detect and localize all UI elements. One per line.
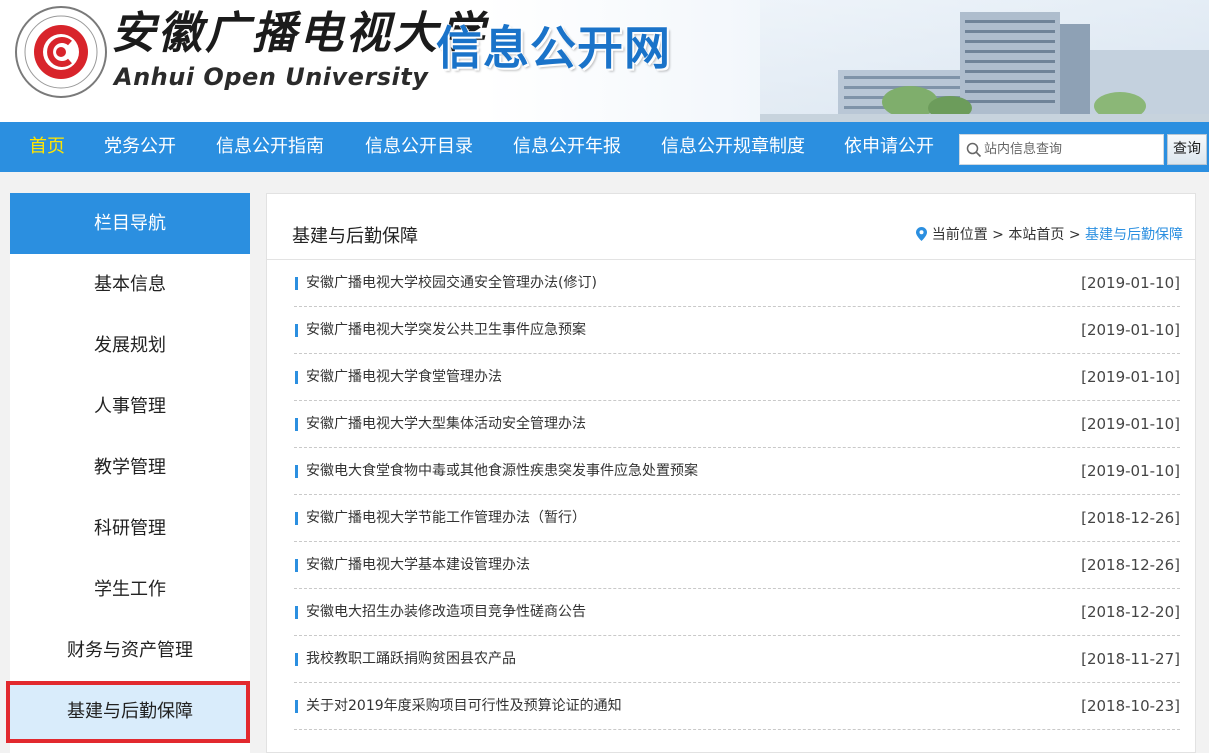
news-date: [2019-01-10]: [1081, 462, 1180, 480]
search-button[interactable]: 查询: [1167, 134, 1207, 165]
list-bullet-bar: [295, 512, 298, 525]
search-icon: [966, 142, 982, 158]
list-bullet-bar: [295, 653, 298, 666]
list-bullet-bar: [295, 371, 298, 384]
campus-buildings-illustration: [760, 0, 1209, 122]
news-date: [2019-01-10]: [1081, 274, 1180, 292]
news-date: [2018-12-26]: [1081, 509, 1180, 527]
news-title-link[interactable]: 我校教职工踊跃捐购贫困县农产品: [306, 636, 516, 683]
sidebar-item-research[interactable]: 科研管理: [10, 498, 250, 559]
breadcrumb: 当前位置 > 本站首页 > 基建与后勤保障: [915, 224, 1183, 244]
sidebar-item-basic-info[interactable]: 基本信息: [10, 254, 250, 315]
university-seal-logo[interactable]: [14, 5, 108, 99]
news-title-link[interactable]: 安徽广播电视大学突发公共卫生事件应急预案: [306, 307, 586, 354]
news-date: [2019-01-10]: [1081, 415, 1180, 433]
nav-item-home[interactable]: 首页: [29, 122, 65, 172]
news-title-link[interactable]: 安徽广播电视大学大型集体活动安全管理办法: [306, 401, 586, 448]
list-bullet-bar: [295, 465, 298, 478]
site-header: 安徽广播电视大学 Anhui Open University 信息公开网: [0, 0, 1209, 122]
sidebar-title: 栏目导航: [10, 193, 250, 254]
logo-chinese-name: 安徽广播电视大学: [111, 8, 487, 59]
nav-item-party-affairs[interactable]: 党务公开: [104, 122, 176, 172]
news-list-item: 安徽电大招生办装修改造项目竞争性磋商公告 [2018-12-20]: [294, 589, 1180, 636]
nav-item-on-request[interactable]: 依申请公开: [844, 122, 934, 172]
news-title-link[interactable]: 安徽电大招生办装修改造项目竞争性磋商公告: [306, 589, 586, 636]
sidebar-item-infrastructure[interactable]: 基建与后勤保障: [10, 681, 250, 742]
breadcrumb-home-link[interactable]: 本站首页: [1008, 227, 1064, 243]
news-list-item: 安徽广播电视大学食堂管理办法 [2019-01-10]: [294, 354, 1180, 401]
news-list-item: 安徽广播电视大学基本建设管理办法 [2018-12-26]: [294, 542, 1180, 589]
list-bullet-bar: [295, 277, 298, 290]
news-date: [2018-11-27]: [1081, 650, 1180, 668]
news-date: [2018-12-20]: [1081, 603, 1180, 621]
nav-item-guide[interactable]: 信息公开指南: [216, 122, 324, 172]
logo-english-name: Anhui Open University: [114, 63, 429, 91]
page-title: 基建与后勤保障: [292, 226, 418, 247]
sidebar-item-teaching[interactable]: 教学管理: [10, 437, 250, 498]
news-list-item: 安徽广播电视大学校园交通安全管理办法(修订) [2019-01-10]: [294, 260, 1180, 307]
news-title-link[interactable]: 安徽广播电视大学校园交通安全管理办法(修订): [306, 260, 597, 307]
news-list-item: 关于对2019年度采购项目可行性及预算论证的通知 [2018-10-23]: [294, 683, 1180, 730]
site-title: 信息公开网: [436, 21, 671, 75]
sidebar-item-finance[interactable]: 财务与资产管理: [10, 620, 250, 681]
sidebar-item-personnel[interactable]: 人事管理: [10, 376, 250, 437]
list-bullet-bar: [295, 418, 298, 431]
news-list-item: 我校教职工踊跃捐购贫困县农产品 [2018-11-27]: [294, 636, 1180, 683]
news-date: [2018-10-23]: [1081, 697, 1180, 715]
news-title-link[interactable]: 安徽电大食堂食物中毒或其他食源性疾患突发事件应急处置预案: [306, 448, 698, 495]
search-input[interactable]: [984, 135, 1160, 164]
sidebar-item-planning[interactable]: 发展规划: [10, 315, 250, 376]
news-title-link[interactable]: 安徽广播电视大学节能工作管理办法（暂行）: [306, 495, 586, 542]
nav-item-regulations[interactable]: 信息公开规章制度: [661, 122, 805, 172]
news-list-item: 安徽电大食堂食物中毒或其他食源性疾患突发事件应急处置预案 [2019-01-10…: [294, 448, 1180, 495]
content-panel: 基建与后勤保障 当前位置 > 本站首页 > 基建与后勤保障 安徽广播电视大学校园…: [266, 193, 1196, 753]
list-bullet-bar: [295, 700, 298, 713]
news-date: [2019-01-10]: [1081, 368, 1180, 386]
list-bullet-bar: [295, 324, 298, 337]
breadcrumb-current-link[interactable]: 基建与后勤保障: [1085, 227, 1183, 243]
location-pin-icon: [915, 227, 927, 241]
news-title-link[interactable]: 关于对2019年度采购项目可行性及预算论证的通知: [306, 683, 622, 730]
news-title-link[interactable]: 安徽广播电视大学基本建设管理办法: [306, 542, 530, 589]
nav-item-catalog[interactable]: 信息公开目录: [365, 122, 473, 172]
breadcrumb-prefix: 当前位置: [931, 227, 988, 243]
breadcrumb-separator: >: [1068, 227, 1081, 243]
news-list-item: 安徽广播电视大学突发公共卫生事件应急预案 [2019-01-10]: [294, 307, 1180, 354]
news-title-link[interactable]: 安徽广播电视大学食堂管理办法: [306, 354, 502, 401]
sidebar: 栏目导航 基本信息 发展规划 人事管理 教学管理 科研管理 学生工作 财务与资产…: [10, 193, 250, 753]
news-date: [2019-01-10]: [1081, 321, 1180, 339]
list-bullet-bar: [295, 606, 298, 619]
news-list-item: 安徽广播电视大学大型集体活动安全管理办法 [2019-01-10]: [294, 401, 1180, 448]
search-box: [959, 134, 1164, 165]
news-date: [2018-12-26]: [1081, 556, 1180, 574]
news-list-item: 安徽广播电视大学节能工作管理办法（暂行） [2018-12-26]: [294, 495, 1180, 542]
breadcrumb-separator: >: [992, 227, 1004, 243]
list-bullet-bar: [295, 559, 298, 572]
sidebar-item-student-work[interactable]: 学生工作: [10, 559, 250, 620]
nav-item-annual-report[interactable]: 信息公开年报: [513, 122, 621, 172]
